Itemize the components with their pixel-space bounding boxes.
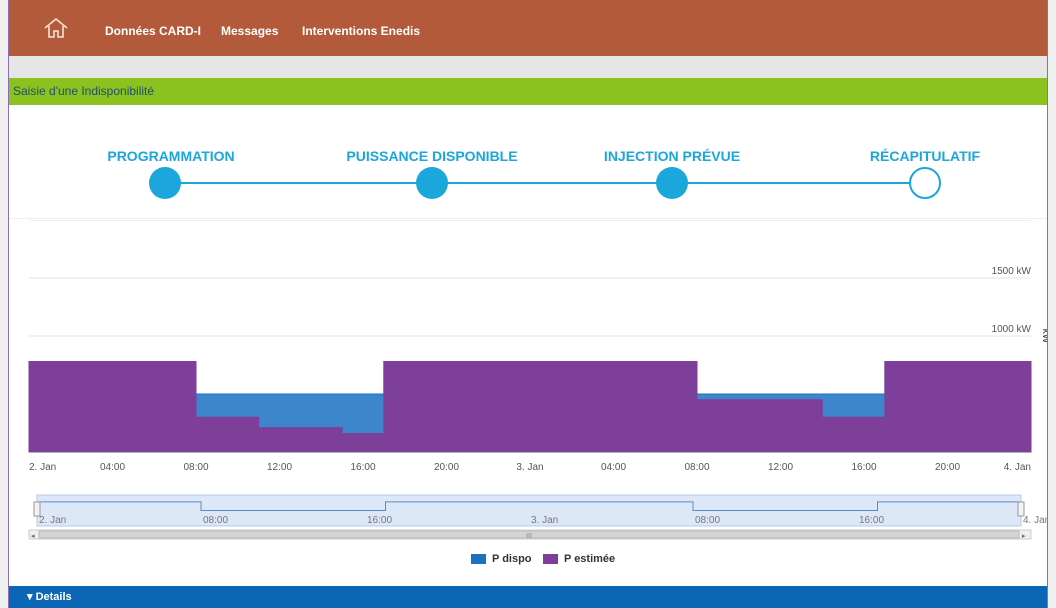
app-frame: Données CARD-I Messages Interventions En…	[8, 0, 1048, 608]
step-dot-recapitulatif[interactable]	[909, 167, 941, 199]
x-tick-label: 4. Jan	[1004, 462, 1031, 473]
x-tick-label: 20:00	[434, 462, 459, 473]
y-axis-label: kW	[1040, 329, 1047, 344]
page-title-bar: Saisie d'une Indisponibilité	[9, 78, 1047, 105]
step-label-recapitulatif: RÉCAPITULATIF	[869, 148, 981, 164]
power-chart: 500 kW1000 kW1500 kWkW2. Jan04:0008:0012…	[28, 220, 1047, 540]
scrollbar-grip-label: III	[526, 533, 532, 540]
y-tick-label: 1500 kW	[992, 266, 1032, 277]
x-tick-label: 04:00	[100, 462, 125, 473]
x-tick-label: 04:00	[601, 462, 626, 473]
legend-swatch-p-estimee	[543, 554, 558, 564]
x-tick-label: 08:00	[684, 462, 709, 473]
step-dot-puissance-disponible[interactable]	[416, 167, 448, 199]
nav-messages[interactable]: Messages	[221, 0, 278, 56]
x-tick-label: 12:00	[267, 462, 292, 473]
navigator-tick-label: 08:00	[203, 515, 228, 526]
x-tick-label: 20:00	[935, 462, 960, 473]
step-dot-programmation[interactable]	[149, 167, 181, 199]
top-navigation-bar: Données CARD-I Messages Interventions En…	[9, 0, 1047, 56]
details-panel-header[interactable]: ▾ Details	[9, 586, 1047, 608]
x-tick-label: 08:00	[183, 462, 208, 473]
navigator-tick-label: 16:00	[367, 515, 392, 526]
navigator-tick-label: 4. Jan	[1023, 515, 1047, 526]
scroll-left-arrow-icon[interactable]: ◂	[31, 533, 35, 540]
page-title: Saisie d'une Indisponibilité	[13, 84, 155, 98]
step-dot-injection-prevue[interactable]	[656, 167, 688, 199]
scroll-right-arrow-icon[interactable]: ▸	[1022, 533, 1026, 540]
stepper-line	[171, 182, 934, 184]
x-tick-label: 12:00	[768, 462, 793, 473]
legend-item-p-estimee[interactable]: P estimée	[543, 551, 615, 567]
home-icon[interactable]	[41, 16, 71, 40]
nav-donnees-card-i[interactable]: Données CARD-I	[105, 0, 201, 56]
step-label-puissance-disponible: PUISSANCE DISPONIBLE	[346, 148, 518, 164]
navigator-tick-label: 2. Jan	[39, 515, 66, 526]
y-tick-label: 1000 kW	[992, 324, 1032, 335]
details-toggle[interactable]: ▾ Details	[27, 590, 72, 603]
sub-header-bar	[9, 56, 1047, 78]
navigator-tick-label: 3. Jan	[531, 515, 558, 526]
legend-label-p-estimee: P estimée	[564, 553, 616, 565]
nav-interventions-enedis[interactable]: Interventions Enedis	[302, 0, 420, 56]
x-tick-label: 2. Jan	[29, 462, 56, 473]
x-tick-label: 3. Jan	[516, 462, 543, 473]
navigator-handle-left[interactable]	[33, 501, 41, 517]
legend-label-p-dispo: P dispo	[492, 553, 532, 565]
navigator-handle-right[interactable]	[1017, 501, 1025, 517]
navigator-tick-label: 16:00	[859, 515, 884, 526]
x-tick-label: 16:00	[350, 462, 375, 473]
x-tick-label: 16:00	[851, 462, 876, 473]
navigator-tick-label: 08:00	[695, 515, 720, 526]
legend-swatch-p-dispo	[471, 554, 486, 564]
legend-item-p-dispo[interactable]: P dispo	[471, 551, 532, 567]
step-label-programmation: PROGRAMMATION	[107, 148, 235, 164]
step-label-injection-prevue: INJECTION PRÉVUE	[603, 148, 741, 164]
divider	[9, 218, 1047, 219]
